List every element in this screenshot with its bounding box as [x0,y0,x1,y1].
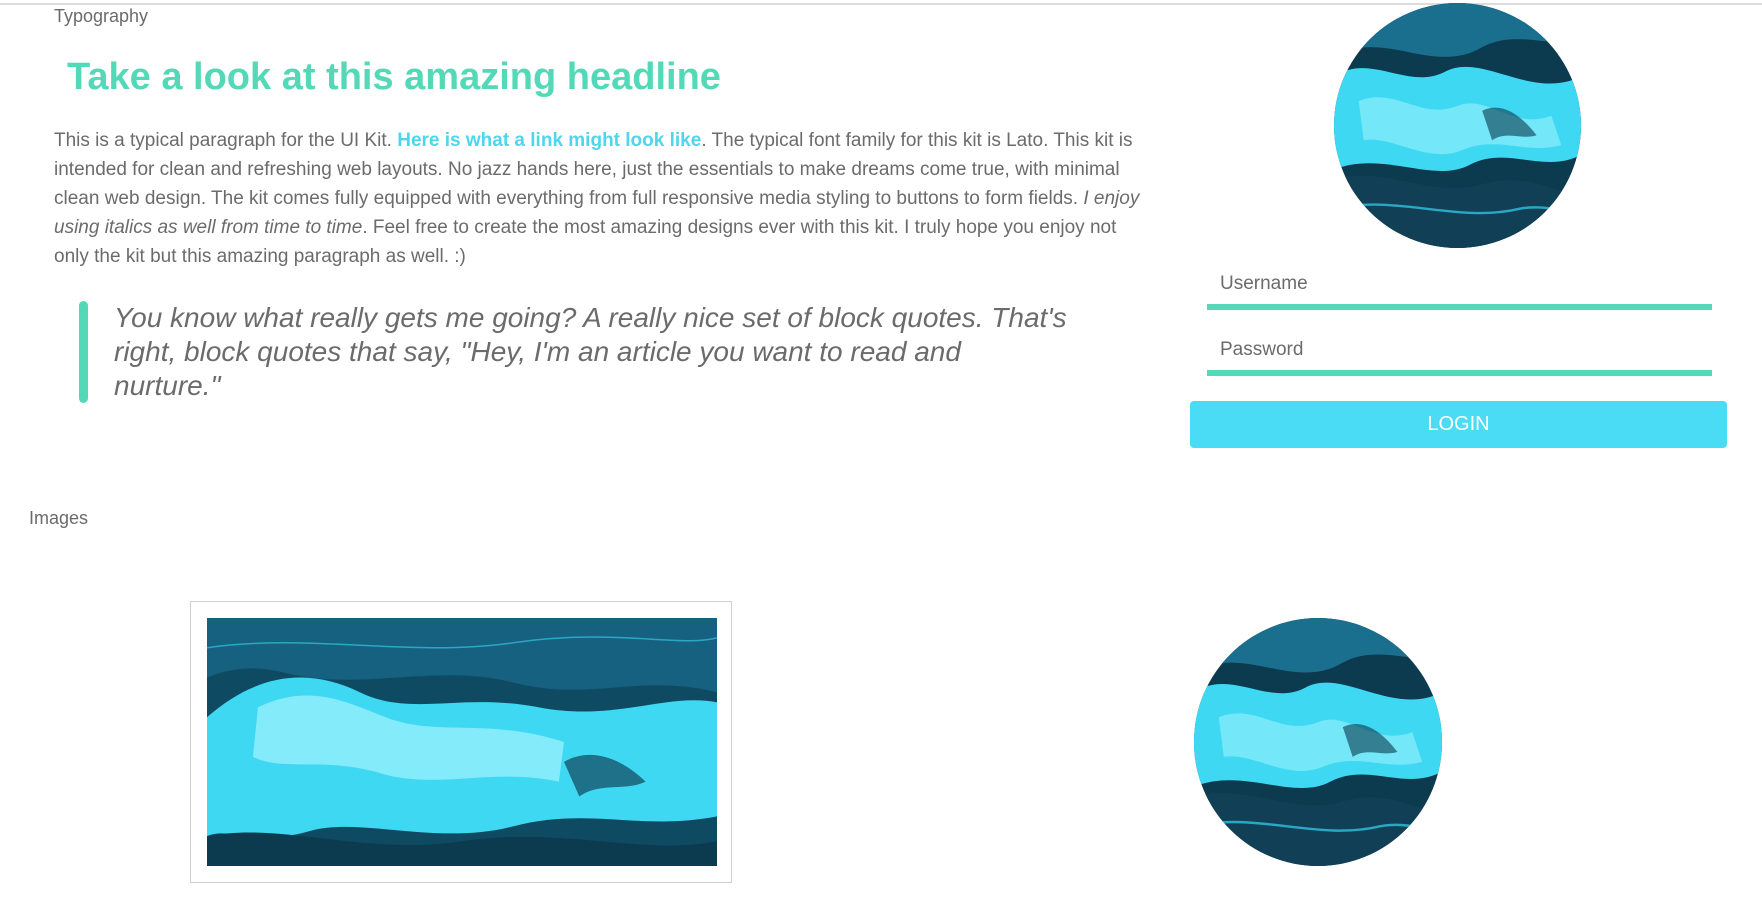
headline: Take a look at this amazing headline [67,56,721,98]
password-input[interactable] [1207,330,1712,370]
section-label-typography: Typography [54,6,149,26]
block-quote-bar [79,301,88,403]
block-quote: You know what really gets me going? A re… [79,301,1079,403]
section-label-images: Images [29,508,89,528]
username-input[interactable] [1207,264,1712,304]
framed-image [190,601,732,883]
password-field[interactable] [1207,330,1712,376]
username-field[interactable] [1207,264,1712,310]
body-paragraph: This is a typical paragraph for the UI K… [54,126,1154,271]
sample-link[interactable]: Here is what a link might look like [397,130,701,151]
wave-image [207,618,717,866]
paragraph-intro-text: This is a typical paragraph for the UI K… [54,130,398,151]
login-button[interactable]: LOGIN [1190,401,1727,448]
circular-image [1194,618,1442,866]
top-divider [0,3,1762,5]
block-quote-text: You know what really gets me going? A re… [114,302,1067,401]
avatar-image [1334,3,1581,248]
